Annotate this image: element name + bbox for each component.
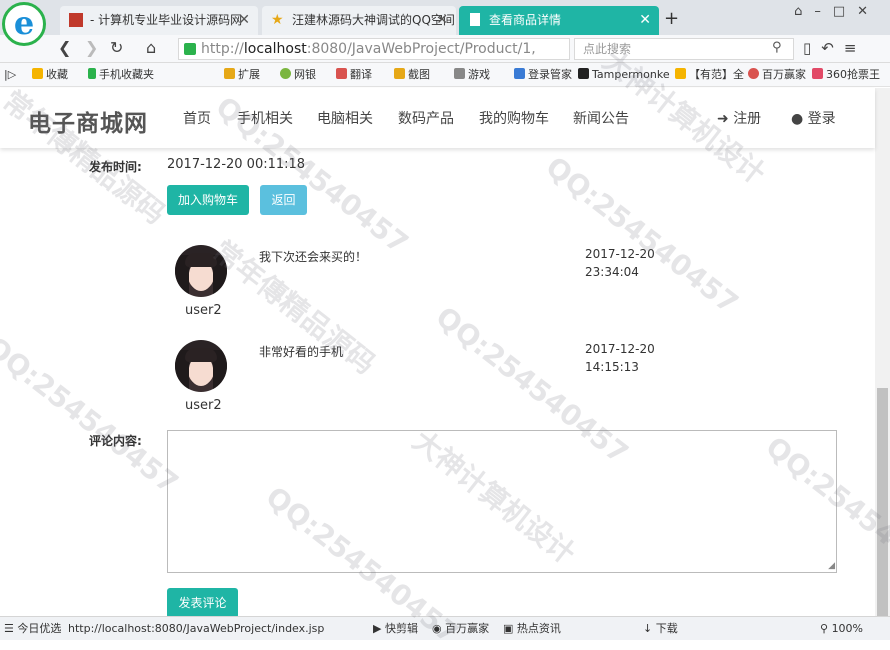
bookmark-item[interactable]: 登录管家 — [514, 67, 572, 83]
page-icon — [470, 13, 480, 26]
bookmark-item[interactable]: 【有范】全 — [675, 67, 744, 83]
status-bar: ☰ 今日优选 http://localhost:8080/JavaWebProj… — [0, 616, 890, 640]
nav-home[interactable]: 首页 — [183, 108, 211, 128]
page-scrollbar[interactable] — [875, 88, 890, 618]
status-item[interactable]: ▶ 快剪辑 — [373, 621, 418, 637]
back-arrow-icon[interactable]: ❮ — [58, 38, 71, 57]
today-picks[interactable]: ☰ 今日优选 — [4, 621, 61, 637]
user-icon: ● — [791, 111, 804, 127]
puzzle-icon — [224, 68, 235, 79]
tab-qq-space[interactable]: ★ 汪建林源码大神调试的QQ空间 ✕ — [262, 6, 456, 35]
menu-icon: ☰ — [4, 622, 14, 635]
secure-shield-icon — [184, 43, 196, 55]
tampermonkey-icon — [578, 68, 589, 79]
close-icon[interactable]: ✕ — [639, 6, 651, 35]
comment-time: 2017-12-20 23:34:04 — [585, 247, 655, 279]
forward-arrow-icon[interactable]: ❯ — [85, 38, 98, 57]
register-link[interactable]: ➜ 注册 — [717, 108, 761, 128]
status-item[interactable]: ↓ 下载 — [643, 621, 678, 637]
home-icon[interactable]: ⌂ — [146, 38, 156, 57]
publish-time-label: 发布时间: — [89, 160, 142, 174]
browser-nav-bar: ❮ ❯ ↻ ⌂ http://localhost:8080/JavaWebPro… — [0, 35, 890, 63]
scissors-icon — [394, 68, 405, 79]
status-url: http://localhost:8080/JavaWebProject/ind… — [68, 622, 325, 635]
bookmarks-bar: |▷ 收藏 手机收藏夹 扩展 网银 翻译 截图 游戏 登录管家 Tampermo… — [0, 63, 890, 87]
bookmark-item[interactable]: 收藏 — [32, 67, 68, 83]
login-link[interactable]: ● 登录 — [791, 108, 836, 128]
bookmark-item[interactable]: 翻译 — [336, 67, 372, 83]
product-detail-content: 发布时间: 2017-12-20 00:11:18 加入购物车 返回 user2… — [0, 148, 875, 616]
play-icon: ▶ — [373, 622, 382, 635]
comment-textarea[interactable]: ◢ — [167, 430, 837, 573]
comment-text: 我下次还会来买的！ — [259, 250, 368, 264]
site-header: 电子商城网 首页 手机相关 电脑相关 数码产品 我的购物车 新闻公告 ➜ 注册 … — [0, 88, 875, 148]
download-icon: ↓ — [643, 622, 653, 635]
search-icon[interactable]: ⚲ — [772, 40, 782, 55]
submit-comment-button[interactable]: 发表评论 — [167, 588, 238, 616]
resize-handle-icon[interactable]: ◢ — [828, 562, 835, 571]
zoom-level[interactable]: ⚲ 100% — [820, 621, 863, 637]
sidebar-toggle-icon[interactable]: |▷ — [4, 67, 16, 83]
avatar — [175, 340, 227, 392]
circle-icon: ◉ — [432, 622, 442, 635]
bookmark-item[interactable]: 360抢票王 — [812, 67, 880, 83]
bookmark-item[interactable]: 手机收藏夹 — [88, 67, 154, 83]
browser-tab-bar: e - 计算机专业毕业设计源码网 ✕ ★ 汪建林源码大神调试的QQ空间 ✕ 查看… — [0, 0, 890, 46]
tab-source-code-site[interactable]: - 计算机专业毕业设计源码网 ✕ — [60, 6, 258, 35]
bookmark-item[interactable]: Tampermonke — [578, 67, 670, 83]
bookmark-item[interactable]: 扩展 — [224, 67, 260, 83]
zoom-icon: ⚲ — [820, 622, 829, 635]
shield-icon — [675, 68, 686, 79]
comment-content-label: 评论内容: — [89, 434, 142, 448]
news-icon: ▣ — [503, 622, 514, 635]
bookmark-item[interactable]: 游戏 — [454, 67, 490, 83]
sign-in-icon: ➜ — [717, 111, 729, 127]
star-icon — [32, 68, 43, 79]
bookmark-item[interactable]: 百万赢家 — [748, 67, 806, 83]
phone-icon — [88, 68, 96, 79]
search-input[interactable]: 点此搜索 — [574, 38, 794, 60]
browser-logo-icon[interactable]: e — [2, 2, 46, 46]
site-brand[interactable]: 电子商城网 — [28, 104, 148, 138]
nav-cart[interactable]: 我的购物车 — [479, 108, 549, 128]
gamepad-icon — [454, 68, 465, 79]
status-item[interactable]: ▣ 热点资讯 — [503, 621, 561, 637]
tab-label: - 计算机专业毕业设计源码网 — [90, 13, 243, 27]
avatar — [175, 245, 227, 297]
site-favicon-icon — [69, 13, 83, 27]
star-icon: ★ — [271, 12, 284, 28]
key-icon — [514, 68, 525, 79]
tab-label: 查看商品详情 — [489, 13, 562, 27]
comment-time: 2017-12-20 14:15:13 — [585, 342, 655, 374]
nav-phones[interactable]: 手机相关 — [237, 108, 293, 128]
nav-computers[interactable]: 电脑相关 — [317, 108, 373, 128]
scrollbar-thumb[interactable] — [877, 388, 888, 618]
close-icon[interactable]: ✕ — [436, 6, 448, 35]
back-button[interactable]: 返回 — [260, 185, 307, 215]
publish-time-value: 2017-12-20 00:11:18 — [167, 157, 306, 172]
address-bar[interactable]: http://localhost:8080/JavaWebProject/Pro… — [178, 38, 570, 60]
new-tab-button[interactable]: + — [664, 8, 679, 29]
bank-icon — [280, 68, 291, 79]
refresh-icon[interactable]: ↻ — [110, 38, 123, 57]
close-icon[interactable]: ✕ — [238, 6, 250, 35]
bookmark-item[interactable]: 截图 — [394, 67, 430, 83]
ticket-icon — [812, 68, 823, 79]
add-to-cart-button[interactable]: 加入购物车 — [167, 185, 249, 215]
toolbar-right-icons[interactable]: ▯↶≡ — [803, 39, 866, 57]
status-item[interactable]: ◉ 百万赢家 — [432, 621, 489, 637]
translate-icon — [336, 68, 347, 79]
window-controls[interactable]: ⌂–□✕ — [794, 4, 880, 19]
tab-label: 汪建林源码大神调试的QQ空间 — [292, 13, 455, 27]
comment-username: user2 — [185, 303, 222, 318]
nav-news[interactable]: 新闻公告 — [573, 108, 629, 128]
nav-digital[interactable]: 数码产品 — [398, 108, 454, 128]
tab-product-detail[interactable]: 查看商品详情 ✕ — [459, 6, 659, 35]
comment-username: user2 — [185, 398, 222, 413]
trophy-icon — [748, 68, 759, 79]
bookmark-item[interactable]: 网银 — [280, 67, 316, 83]
comment-text: 非常好看的手机 — [259, 345, 344, 359]
